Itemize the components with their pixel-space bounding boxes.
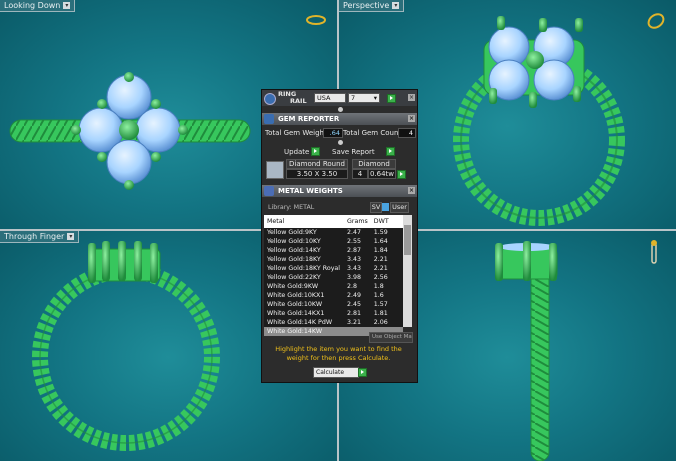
- ring-rail-icon: [264, 93, 276, 105]
- section-collapse-handle[interactable]: [338, 107, 343, 112]
- ring-size-standard-select[interactable]: USA: [314, 93, 346, 103]
- close-icon[interactable]: ×: [408, 115, 415, 122]
- total-gem-count-value: 4: [398, 128, 416, 138]
- close-icon[interactable]: ×: [408, 187, 415, 194]
- viewport-label[interactable]: Through Finger ▾: [0, 231, 80, 243]
- gem-size-cell: 3.50 X 3.50: [286, 169, 348, 179]
- ring-rail-title: RING RAIL: [278, 90, 307, 105]
- gem-shape-cell: Diamond Round: [286, 159, 348, 169]
- section-collapse-handle[interactable]: [338, 140, 343, 145]
- ring-orientation-icon[interactable]: [305, 14, 327, 26]
- update-button[interactable]: [311, 147, 320, 156]
- viewport-label[interactable]: Perspective ▾: [339, 0, 405, 12]
- gem-count-cell: 4: [352, 169, 368, 179]
- metal-weights-title: METAL WEIGHTS: [278, 187, 343, 195]
- update-label: Update: [284, 148, 310, 156]
- gem-weight-cell: 0.64tw: [368, 169, 396, 179]
- metal-weights-icon: [264, 186, 274, 196]
- sv-toggle[interactable]: SV: [370, 202, 382, 213]
- viewport-label[interactable]: Looking Down ▾: [0, 0, 76, 12]
- gem-type-cell: Diamond: [352, 159, 396, 169]
- total-gem-weight-value: .64: [323, 128, 343, 138]
- ring-rail-section: RING RAIL USA 7 ▾ ×: [262, 90, 417, 106]
- ring-tools-panel: RING RAIL USA 7 ▾ × GEM REPORTER × Total G…: [261, 89, 418, 383]
- ring-orientation-icon[interactable]: [648, 239, 660, 265]
- metal-weights-header[interactable]: METAL WEIGHTS ×: [262, 185, 417, 197]
- chevron-down-icon: ▾: [373, 94, 377, 102]
- ring-size-select[interactable]: 7 ▾: [348, 93, 380, 103]
- save-report-label: Save Report: [332, 148, 375, 156]
- diamond-round-icon: [266, 161, 284, 179]
- gem-list-row[interactable]: Diamond Round Diamond 3.50 X 3.50 4 0.64…: [262, 159, 417, 179]
- ring-orientation-icon[interactable]: [645, 10, 667, 32]
- apply-size-button[interactable]: [387, 94, 396, 103]
- gem-reporter-icon: [264, 114, 274, 124]
- user-toggle[interactable]: User: [390, 202, 409, 213]
- total-gem-weight-label: Total Gem Weight: [265, 129, 327, 137]
- gem-reporter-title: GEM REPORTER: [278, 115, 340, 123]
- library-label: Library: METAL: [268, 204, 315, 211]
- save-report-button[interactable]: [386, 147, 395, 156]
- total-gem-count-label: Total Gem Count: [343, 129, 402, 137]
- gem-reporter-header[interactable]: GEM REPORTER ×: [262, 113, 417, 125]
- gem-detail-button[interactable]: [397, 170, 406, 179]
- close-icon[interactable]: ×: [408, 94, 415, 101]
- toggle-indicator: [382, 203, 389, 211]
